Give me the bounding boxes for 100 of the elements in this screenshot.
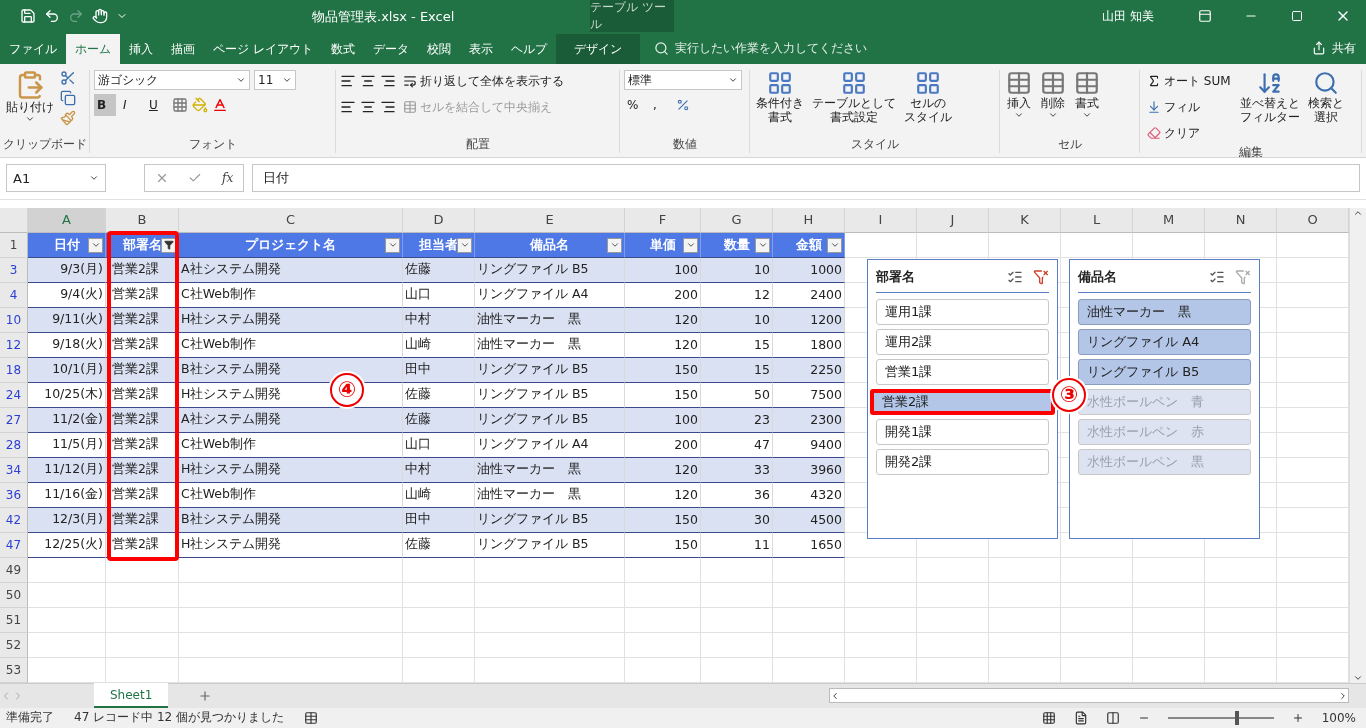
row-header[interactable]: 53 <box>0 657 28 683</box>
column-header[interactable]: D <box>403 207 475 233</box>
macro-record-icon[interactable] <box>304 710 318 725</box>
row-header[interactable]: 50 <box>0 582 28 608</box>
touch-mode-icon[interactable] <box>92 8 108 24</box>
row-header[interactable]: 12 <box>0 332 28 358</box>
zoom-level[interactable]: 100% <box>1321 710 1356 725</box>
cut-icon[interactable] <box>60 70 76 86</box>
add-sheet-icon[interactable] <box>198 688 213 703</box>
slicer-item[interactable]: 油性マーカー 黒 <box>1078 298 1251 325</box>
dropdown-button[interactable] <box>88 237 103 253</box>
column-header[interactable]: A <box>28 207 106 233</box>
row-header[interactable]: 24 <box>0 382 28 408</box>
column-header[interactable]: F <box>625 207 701 233</box>
dropdown-button[interactable] <box>683 237 698 253</box>
ribbon-tab[interactable]: 挿入 <box>120 34 162 64</box>
font-size-field[interactable]: 11 <box>254 70 296 90</box>
dropdown-button[interactable] <box>827 237 842 253</box>
align-top-icon[interactable] <box>340 73 356 89</box>
sheet-tab[interactable]: Sheet1 <box>94 683 169 709</box>
font-color-icon[interactable] <box>212 97 228 113</box>
ribbon-tab[interactable]: ホーム <box>66 34 120 64</box>
ribbon-tab[interactable]: 校閲 <box>417 34 460 64</box>
row-header[interactable]: 3 <box>0 257 28 283</box>
cells-button[interactable]: 削除 <box>1038 70 1068 136</box>
clear-filter-icon[interactable] <box>1235 268 1251 285</box>
comma-button[interactable]: , <box>650 94 672 116</box>
slicer-item[interactable]: 運用2課 <box>876 328 1049 355</box>
ribbon-tab[interactable]: デザイン <box>555 34 640 64</box>
column-header[interactable]: K <box>989 207 1061 233</box>
column-header[interactable]: M <box>1133 207 1205 233</box>
fill-color-icon[interactable] <box>192 97 208 113</box>
zoom-thumb[interactable] <box>1234 710 1239 725</box>
row-header[interactable]: 34 <box>0 457 28 483</box>
fill-button[interactable]: フィル <box>1144 96 1234 118</box>
underline-button[interactable]: U <box>146 94 168 116</box>
zoom-in-icon[interactable] <box>1291 711 1304 724</box>
align-bottom-icon[interactable] <box>380 73 396 89</box>
share-button[interactable]: 共有 <box>1306 32 1366 64</box>
slicer-item[interactable]: 営業2課 <box>870 388 1055 415</box>
tell-me-field[interactable]: 実行したい作業を入力してください <box>674 39 867 57</box>
column-header[interactable]: C <box>179 207 403 233</box>
row-header[interactable]: 36 <box>0 482 28 508</box>
slicer-item[interactable]: リングファイル B5 <box>1078 358 1251 385</box>
copy-icon[interactable] <box>60 90 76 106</box>
style-button[interactable]: 条件付き 書式 <box>754 70 806 136</box>
column-header[interactable]: L <box>1061 207 1133 233</box>
row-header[interactable]: 52 <box>0 632 28 658</box>
column-header[interactable]: O <box>1277 207 1349 233</box>
row-header[interactable]: 4 <box>0 282 28 308</box>
format-painter-icon[interactable] <box>60 110 76 126</box>
vertical-scrollbar[interactable] <box>1349 207 1366 683</box>
row-header[interactable]: 27 <box>0 407 28 433</box>
dropdown-button[interactable] <box>755 237 770 253</box>
align-right-icon[interactable] <box>380 99 396 115</box>
formula-field[interactable]: 日付 <box>252 164 1360 193</box>
column-header[interactable]: N <box>1205 207 1277 233</box>
align-center-icon[interactable] <box>360 99 376 115</box>
editing-button[interactable]: 並べ替えと フィルター <box>1237 70 1302 144</box>
slicer-item[interactable]: 開発1課 <box>876 418 1049 445</box>
align-left-icon[interactable] <box>340 99 356 115</box>
borders-icon[interactable] <box>172 97 188 113</box>
ribbon-tab[interactable]: データ <box>363 34 418 64</box>
save-icon[interactable] <box>20 8 36 24</box>
column-header[interactable]: J <box>917 207 989 233</box>
editing-button[interactable]: 検索と 選択 <box>1305 70 1346 144</box>
row-header[interactable]: 47 <box>0 532 28 558</box>
column-header[interactable]: B <box>106 207 179 233</box>
ribbon-tab[interactable]: ヘルプ <box>501 34 556 64</box>
style-button[interactable]: テーブルとして 書式設定 <box>810 70 898 136</box>
undo-icon[interactable] <box>44 8 60 24</box>
slicer-item[interactable]: 開発2課 <box>876 448 1049 475</box>
row-header[interactable]: 51 <box>0 607 28 633</box>
name-box[interactable]: A1 <box>6 164 106 193</box>
ribbon-tab[interactable]: ページ レイアウト <box>204 34 322 64</box>
page-break-icon[interactable] <box>1105 710 1120 725</box>
dropdown-button[interactable] <box>385 237 400 253</box>
font-name-field[interactable]: 游ゴシック <box>94 70 250 90</box>
normal-view-icon[interactable] <box>1041 710 1056 725</box>
insert-function-button[interactable]: fx <box>222 171 234 186</box>
dropdown-button[interactable] <box>607 237 622 253</box>
slicer-item[interactable]: 営業1課 <box>876 358 1049 385</box>
cells-button[interactable]: 書式 <box>1072 70 1102 136</box>
italic-button[interactable]: I <box>120 94 142 116</box>
column-header[interactable]: I <box>845 207 917 233</box>
row-header[interactable]: 42 <box>0 507 28 533</box>
dropdown-button[interactable] <box>457 237 472 253</box>
ribbon-tab[interactable]: 数式 <box>321 34 364 64</box>
page-layout-icon[interactable] <box>1073 710 1088 725</box>
ribbon-tab[interactable]: 表示 <box>459 34 502 64</box>
cells-button[interactable]: 挿入 <box>1004 70 1034 136</box>
slicer-item[interactable]: 運用1課 <box>876 298 1049 325</box>
align-middle-icon[interactable] <box>360 73 376 89</box>
column-header[interactable]: E <box>475 207 625 233</box>
column-header[interactable]: H <box>773 207 845 233</box>
style-button[interactable]: セルの スタイル <box>902 70 954 136</box>
row-header[interactable]: 18 <box>0 357 28 383</box>
row-header[interactable]: 49 <box>0 557 28 583</box>
wrap-text-button[interactable]: 折り返して全体を表示する <box>400 70 567 92</box>
number-format-field[interactable]: 標準 <box>624 70 742 90</box>
